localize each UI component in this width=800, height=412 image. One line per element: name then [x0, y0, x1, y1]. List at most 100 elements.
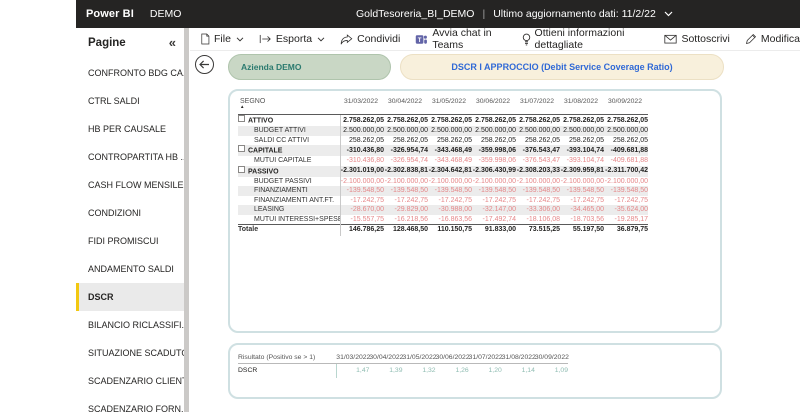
pencil-icon	[745, 33, 757, 45]
sidebar-item-label: CONFRONTO BDG CA...	[88, 68, 184, 78]
chevron-down-icon	[317, 36, 325, 42]
collapse-icon[interactable]	[238, 165, 245, 173]
sidebar-item-cash-flow-mensile[interactable]: CASH FLOW MENSILE	[76, 171, 184, 199]
dscr-matrix-panel: SEGNO ▲ 31/03/2022 30/04/2022 31/05/2022 30/0…	[228, 89, 722, 333]
matrix-corner-header[interactable]: SEGNO ▲	[238, 96, 340, 115]
chevron-down-icon	[236, 36, 244, 42]
matrix-column-header[interactable]: 30/06/2022	[472, 96, 516, 115]
back-button[interactable]	[195, 55, 214, 74]
dscr-matrix-table: SEGNO ▲ 31/03/2022 30/04/2022 31/05/2022 30/0…	[238, 96, 648, 236]
matrix-total-row: Totale 146.786,25 128.468,50 110.150,75 91.8…	[238, 224, 648, 236]
sidebar-item-bilancio-riclassifi[interactable]: BILANCIO RICLASSIFI...	[76, 311, 184, 339]
last-update-label[interactable]: Ultimo aggiornamento dati: 11/2/22	[493, 8, 656, 20]
cell-value: 258.262,05	[348, 136, 384, 144]
table-row: FINANZIAMENTI ANT.FT. -17.242,75 -17.242,7…	[238, 195, 648, 205]
cell-value: -2.304.642,81	[428, 167, 472, 175]
sidebar-item-hb-per-causale[interactable]: HB PER CAUSALE	[76, 115, 184, 143]
row-label[interactable]: FINANZIAMENTI ANT.FT.	[238, 195, 341, 205]
row-label[interactable]: LEASING	[238, 205, 341, 215]
dscr-corner-header[interactable]: Risultato (Positivo se > 1)	[238, 351, 337, 364]
matrix-column-header[interactable]: 30/09/2022	[604, 96, 648, 115]
dscr-column-header[interactable]: 31/07/2022	[468, 351, 503, 364]
total-value: 55.197,50	[560, 224, 604, 236]
table-row: BUDGET PASSIVI -2.100.000,00 -2.100.000,00…	[238, 176, 648, 186]
row-label[interactable]: SALDI CC ATTIVI	[238, 135, 341, 145]
table-row: MUTUI INTERESSI+SPESE -15.557,75 -16.218,5…	[238, 214, 648, 225]
sidebar-item-andamento-saldi[interactable]: ANDAMENTO SALDI	[76, 255, 184, 283]
cell-value: -2.311.700,42	[605, 167, 648, 175]
collapse-pane-icon[interactable]: «	[169, 36, 176, 49]
row-label[interactable]: BUDGET PASSIVI	[238, 176, 341, 186]
dscr-column-header[interactable]: 31/03/2022	[336, 351, 370, 364]
cell-value: -2.100.000,00	[340, 177, 384, 185]
sidebar-item-scadenzario-clienti[interactable]: SCADENZARIO CLIENTI	[76, 367, 184, 395]
cell-value: -17.242,75	[394, 196, 428, 204]
matrix-column-header[interactable]: 31/07/2022	[516, 96, 560, 115]
sidebar-item-scadenzario-forn[interactable]: SCADENZARIO FORN...	[76, 395, 184, 412]
toolbar-item-share[interactable]: Condividi	[340, 33, 400, 45]
sidebar-item-fidi-promiscui[interactable]: FIDI PROMISCUI	[76, 227, 184, 255]
row-label[interactable]: DSCR	[238, 364, 336, 379]
cell-value: -19.285,17	[614, 215, 648, 223]
toolbar-item-envelope[interactable]: Sottoscrivi	[664, 33, 730, 45]
chevron-down-icon[interactable]	[664, 11, 673, 17]
cell-value: -2.100.000,00	[428, 177, 472, 185]
toolbar-item-export[interactable]: Esporta	[259, 33, 325, 45]
cell-value: -18.106,08	[526, 215, 560, 223]
cell-value: 2.758.262,05	[607, 116, 648, 124]
row-label[interactable]: BUDGET ATTIVI	[238, 126, 341, 136]
top-bar: Power BI DEMO GoldTesoreria_BI_DEMO | Ul…	[76, 0, 800, 28]
toolbar-item-pencil[interactable]: Modifica	[745, 33, 800, 45]
collapse-icon[interactable]	[238, 145, 245, 152]
row-label[interactable]: CAPITALE	[238, 145, 341, 156]
dscr-column-header[interactable]: 31/05/2022	[402, 351, 437, 364]
cell-value: -326.954,74	[390, 146, 428, 154]
cell-value: -35.624,00	[614, 206, 648, 213]
cell-value: 2.758.262,05	[387, 116, 428, 124]
dscr-column-header[interactable]: 30/09/2022	[534, 351, 569, 364]
cell-value: -32.147,00	[482, 206, 516, 213]
matrix-column-header[interactable]: 30/04/2022	[384, 96, 428, 115]
cell-value: 2.500.000,00	[607, 127, 648, 134]
toolbar-item-lightbulb[interactable]: Ottieni informazioni dettagliate	[522, 27, 650, 51]
sidebar-item-confronto-bdg-ca[interactable]: CONFRONTO BDG CA...	[76, 59, 184, 87]
sidebar-item-contropartita-hb[interactable]: CONTROPARTITA HB ...	[76, 143, 184, 171]
dscr-column-header[interactable]: 30/04/2022	[369, 351, 403, 364]
cell-value: 258.262,05	[436, 136, 472, 144]
toolbar-item-teams[interactable]: T Avvia chat in Teams	[415, 27, 506, 51]
sidebar-scrollbar[interactable]	[184, 28, 189, 412]
toolbar-item-label: Modifica	[760, 33, 800, 45]
toolbar-item-label: Avvia chat in Teams	[432, 27, 492, 51]
cell-value: -2.100.000,00	[604, 177, 648, 185]
cell-value: -310.436,80	[346, 146, 384, 154]
cell-value: -33.306,00	[526, 206, 560, 213]
company-slicer[interactable]: Azienda DEMO	[228, 54, 391, 80]
cell-value: -393.104,74	[566, 157, 604, 164]
cell-value: 2.758.262,05	[475, 116, 516, 124]
dscr-column-header[interactable]: 30/06/2022	[435, 351, 470, 364]
row-label[interactable]: MUTUI INTERESSI+SPESE	[238, 214, 341, 225]
dscr-value: 1,14	[521, 367, 535, 374]
sidebar-item-dscr[interactable]: DSCR	[76, 283, 184, 311]
sidebar-item-label: SCADENZARIO CLIENTI	[88, 376, 184, 386]
matrix-column-header[interactable]: 31/05/2022	[428, 96, 472, 115]
pages-list: CONFRONTO BDG CA... CTRL SALDI HB PER CAUS…	[76, 59, 184, 412]
share-icon	[340, 33, 353, 45]
cell-value: 2.758.262,05	[343, 116, 384, 124]
row-label[interactable]: ATTIVO	[238, 114, 341, 126]
sidebar-item-condizioni[interactable]: CONDIZIONI	[76, 199, 184, 227]
row-label[interactable]: MUTUI CAPITALE	[238, 156, 341, 166]
row-label[interactable]: FINANZIAMENTI	[238, 186, 341, 196]
cell-value: 258.262,05	[392, 136, 428, 144]
sidebar-item-label: BILANCIO RICLASSIFI...	[88, 320, 184, 330]
cell-value: -343.468,49	[434, 146, 472, 154]
sidebar-item-situazione-scaduto[interactable]: SITUAZIONE SCADUTO	[76, 339, 184, 367]
row-label[interactable]: PASSIVO	[238, 165, 341, 177]
sidebar-item-ctrl-saldi[interactable]: CTRL SALDI	[76, 87, 184, 115]
cell-value: -34.465,00	[570, 206, 604, 213]
collapse-icon[interactable]	[238, 115, 245, 122]
dscr-column-header[interactable]: 31/08/2022	[501, 351, 536, 364]
matrix-column-header[interactable]: 31/08/2022	[560, 96, 604, 115]
toolbar-item-file[interactable]: File	[200, 33, 244, 45]
matrix-column-header[interactable]: 31/03/2022	[340, 96, 384, 115]
